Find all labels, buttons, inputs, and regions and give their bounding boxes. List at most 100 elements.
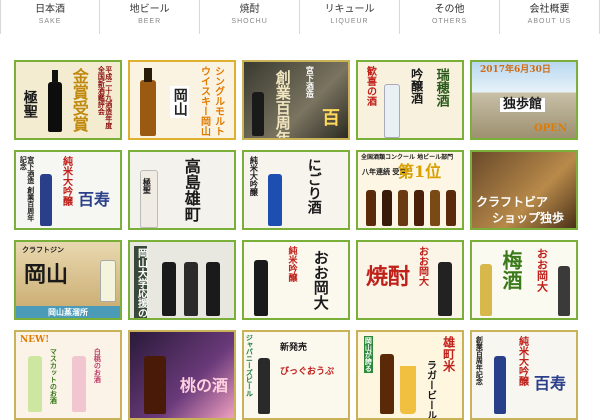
bottle-image xyxy=(258,358,270,414)
banner-subtitle: 宮下酒造 創業百周年記念 xyxy=(19,156,36,222)
banner-headline: 瑞穂酒 xyxy=(433,68,449,107)
bottle-image xyxy=(162,262,176,316)
bottle-image xyxy=(446,190,456,226)
banner-subtitle: おお岡大 xyxy=(535,248,549,292)
banner-okayama-university-sake[interactable]: 岡山大学応援の酒 xyxy=(128,240,236,320)
bottle-neck xyxy=(52,70,58,84)
banner-title: 創業百周年 xyxy=(273,70,292,140)
banner-label: 極聖 xyxy=(142,178,153,194)
product-banner-grid: 極聖 金賞受賞 平成二十九酒造年度 全国新酒鑑評会 岡山 シングルモルト ウイス… xyxy=(14,60,584,420)
banner-headline: 第1位 xyxy=(398,162,442,181)
banner-title: 岡山大学応援の酒 xyxy=(134,246,147,318)
banner-subtitle: ジャパニーズビール xyxy=(245,334,255,397)
banner-subtitle: 平成二十九酒造年度 全国新酒鑑評会 xyxy=(97,66,114,129)
nav-label-ja: リキュール xyxy=(324,4,375,15)
bottle-image xyxy=(72,356,86,412)
banner-title: 岡山 xyxy=(24,262,69,288)
banner-date: 2017年6月30日 xyxy=(480,65,551,75)
banner-oookadai-shochu[interactable]: 焼酎 おお岡大 xyxy=(356,240,464,320)
banner-subtitle: クラフトジン xyxy=(22,245,64,254)
banner-title: マスカットのお酒 xyxy=(49,348,59,404)
bottle-image xyxy=(268,174,282,226)
banner-craft-gin-okayama[interactable]: クラフトジン 岡山 岡山蒸溜所 xyxy=(14,240,122,320)
nav-item-shochu[interactable]: 焼酎 SHOCHU xyxy=(200,0,301,34)
banner-beer-first-place[interactable]: 全国酒類コンクール 地ビール部門 八年連続 受賞! 第1位 xyxy=(356,150,464,230)
banner-takashima-omachi[interactable]: 極聖 高島雄町 xyxy=(128,150,236,230)
banner-title: 焼酎 xyxy=(366,264,411,290)
nav-label-ja: 会社概要 xyxy=(529,4,570,15)
banner-headline: ショップ独歩 xyxy=(492,211,565,225)
banner-doppokan-open[interactable]: 2017年6月30日 独歩館 OPEN xyxy=(470,60,578,140)
banner-title: おお岡大 xyxy=(311,250,330,310)
nav-item-about-us[interactable]: 会社概要 ABOUT US xyxy=(500,0,600,34)
bottle-image xyxy=(438,262,452,316)
banner-subtitle: 全国酒類コンクール 地ビール部門 xyxy=(361,154,454,161)
banner-subtitle: 宮下酒造 xyxy=(305,66,316,98)
bottle-image xyxy=(100,260,116,302)
nav-item-liqueur[interactable]: リキュール LIQUEUR xyxy=(300,0,401,34)
nav-label-ja: 日本酒 xyxy=(35,4,66,15)
bottle-image xyxy=(140,80,156,136)
banner-new-badge: 新発売 xyxy=(280,343,308,353)
beer-glass-image xyxy=(400,366,416,414)
bottle-image xyxy=(430,190,440,226)
nav-item-sake[interactable]: 日本酒 SAKE xyxy=(0,0,101,34)
banner-centennial[interactable]: 宮下酒造 創業百周年 百 xyxy=(242,60,350,140)
nav-item-beer[interactable]: 地ビール BEER xyxy=(100,0,201,34)
nav-label-en: LIQUEUR xyxy=(330,18,369,25)
bottle-image xyxy=(366,190,376,226)
nav-label-ja: その他 xyxy=(434,4,465,15)
banner-kiwami-hijiri-gold[interactable]: 極聖 金賞受賞 平成二十九酒造年度 全国新酒鑑評会 xyxy=(14,60,122,140)
banner-oookadai-umeshu[interactable]: 梅酒 おお岡大 xyxy=(470,240,578,320)
banner-headline: 百寿 xyxy=(78,190,111,209)
banner-title: 吟醸酒 xyxy=(409,68,424,104)
banner-hundred-mark: 百 xyxy=(322,108,340,129)
banner-title: 雄町米 xyxy=(441,336,456,372)
banner-muscat-peach-liqueur[interactable]: NEW! マスカットのお酒 白桃のお酒 xyxy=(14,330,122,420)
banner-hyakuju-daiginjo[interactable]: 創業百周年記念 純米大吟醸 百寿 xyxy=(470,330,578,420)
banner-craft-beer-shop[interactable]: クラフトビア ショップ独歩 xyxy=(470,150,578,230)
bottle-image xyxy=(480,264,492,316)
banner-open-mark: OPEN xyxy=(534,123,567,134)
bottle-image xyxy=(40,174,52,226)
bottle-image xyxy=(252,92,264,136)
bottle-image xyxy=(398,190,408,226)
banner-peach-sake[interactable]: 桃の酒 xyxy=(128,330,236,420)
banner-title: 独歩館 xyxy=(500,98,546,112)
nav-label-ja: 地ビール xyxy=(129,4,170,15)
banner-title: 百寿 xyxy=(534,374,567,393)
banner-headline: 金賞受賞 xyxy=(69,68,89,132)
banner-omachi-lager[interactable]: 岡山が誇る 雄町米 ラガービール xyxy=(356,330,464,420)
banner-ginjo-kanki[interactable]: 歓喜の酒 吟醸酒 瑞穂酒 xyxy=(356,60,464,140)
nav-label-en: SAKE xyxy=(38,18,62,25)
banner-headline: ラガービール xyxy=(424,360,436,420)
bottle-image xyxy=(28,356,42,412)
nav-label-en: BEER xyxy=(138,18,162,25)
bottle-neck xyxy=(144,68,152,82)
banner-title: 桃の酒 xyxy=(180,376,229,395)
nav-label-ja: 焼酎 xyxy=(239,4,260,15)
bottle-image xyxy=(380,354,394,414)
banner-japanese-beer[interactable]: ジャパニーズビール 新発売 びっぐおうぷ xyxy=(242,330,350,420)
nav-item-others[interactable]: その他 OTHERS xyxy=(400,0,501,34)
nav-label-en: ABOUT US xyxy=(527,18,572,25)
bottle-image xyxy=(382,190,392,226)
banner-subtitle: 創業百周年記念 xyxy=(475,336,485,385)
banner-oookadai-junmai[interactable]: 純米吟醸 おお岡大 xyxy=(242,240,350,320)
banner-headline: シングルモルト xyxy=(212,66,224,136)
banner-subtitle: おお岡大 xyxy=(416,246,428,286)
bottle-image xyxy=(184,262,198,316)
bottle-image xyxy=(48,82,62,132)
banner-label-okayama: 岡山 xyxy=(170,86,189,118)
banner-title: クラフトビア xyxy=(476,195,549,209)
nav-label-en: OTHERS xyxy=(431,18,468,25)
banner-hyakuju-centennial[interactable]: 宮下酒造 創業百周年記念 純米大吟醸 百寿 xyxy=(14,150,122,230)
banner-subtitle: 岡山が誇る xyxy=(364,336,374,373)
top-nav: 日本酒 SAKE 地ビール BEER 焼酎 SHOCHU リキュール LIQUE… xyxy=(0,0,600,36)
banner-subtitle: 純米大吟醸 xyxy=(249,156,260,196)
banner-nigori-daiginjo[interactable]: 純米大吟醸 にごり酒 xyxy=(242,150,350,230)
banner-whisky-okayama[interactable]: 岡山 シングルモルト ウイスキー岡山 xyxy=(128,60,236,140)
bottle-image xyxy=(414,190,424,226)
bottle-image xyxy=(558,266,570,316)
bottle-image xyxy=(254,260,268,316)
